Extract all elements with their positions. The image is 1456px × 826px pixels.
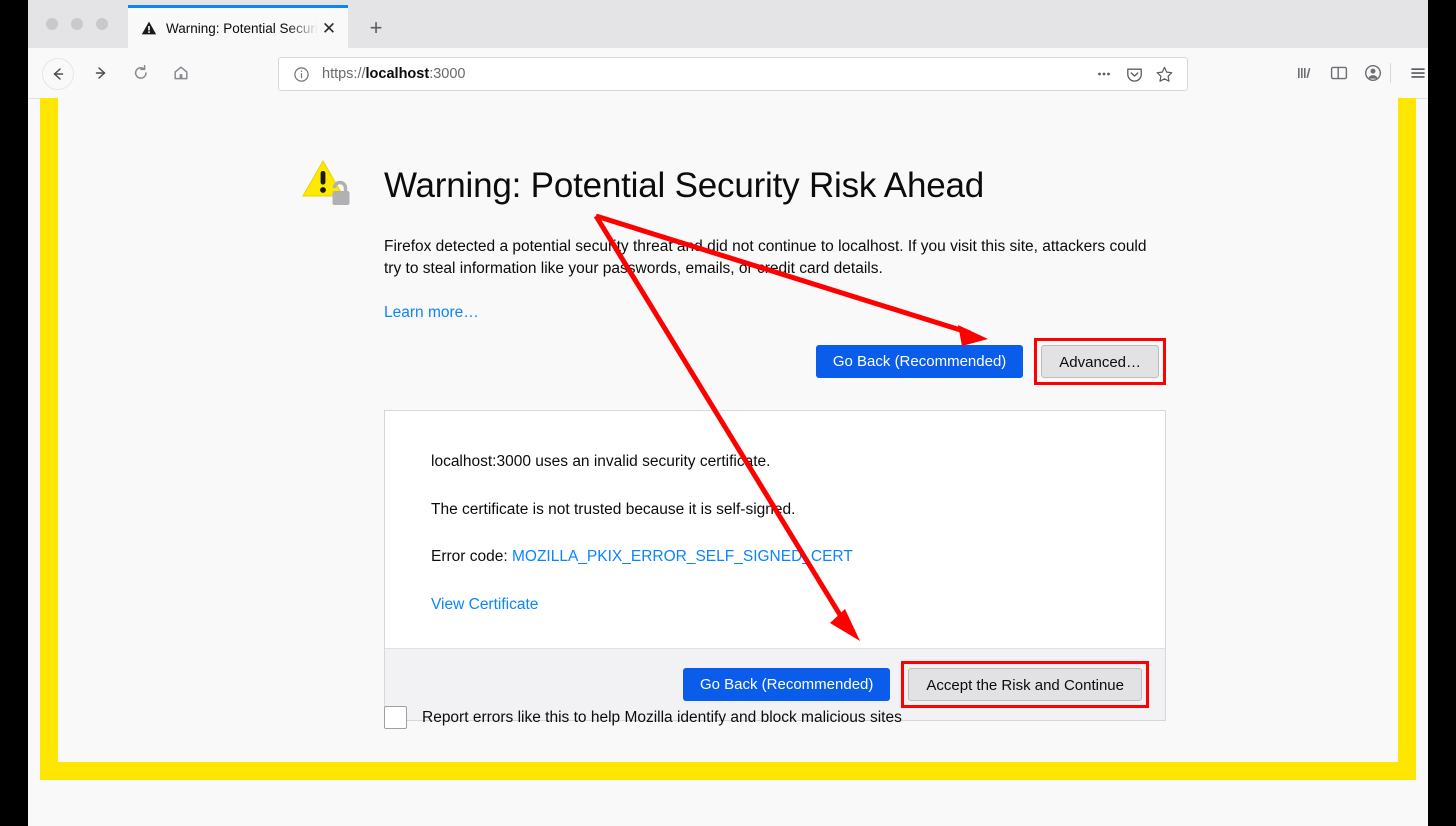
warning-triangle-with-unlocked-padlock-icon (302, 158, 358, 210)
go-back-button[interactable]: Go Back (Recommended) (815, 345, 1024, 378)
hamburger-menu-icon[interactable] (1403, 58, 1428, 88)
pocket-save-icon[interactable] (1121, 61, 1147, 87)
navigation-toolbar: https://localhost:3000 (28, 48, 1428, 99)
error-header: Warning: Potential Security Risk Ahead (302, 158, 984, 210)
window-traffic-lights (46, 18, 108, 30)
window-close-button[interactable] (46, 18, 58, 30)
account-icon[interactable] (1358, 58, 1388, 88)
info-circle-icon[interactable] (293, 66, 310, 83)
url-bar[interactable]: https://localhost:3000 (278, 57, 1188, 91)
advanced-button[interactable]: Advanced… (1041, 345, 1159, 378)
report-errors-checkbox[interactable] (384, 706, 407, 729)
tab-title: Warning: Potential Security Risk (166, 20, 318, 36)
tab-strip: Warning: Potential Security Risk ✕ + (28, 0, 1428, 49)
library-icon[interactable] (1290, 58, 1320, 88)
cert-untrusted-message: The certificate is not trusted because i… (431, 500, 796, 518)
view-certificate-row: View Certificate (431, 594, 1119, 616)
page-content: Warning: Potential Security Risk Ahead F… (58, 98, 1398, 762)
browser-window: Warning: Potential Security Risk ✕ + (28, 0, 1428, 826)
url-scheme: https:// (322, 66, 366, 82)
window-zoom-button[interactable] (96, 18, 108, 30)
url-port: :3000 (429, 66, 466, 82)
home-button[interactable] (166, 58, 196, 88)
error-description: Firefox detected a potential security th… (384, 238, 1147, 278)
primary-button-row: Go Back (Recommended) Advanced… (384, 338, 1166, 385)
reload-button[interactable] (126, 58, 156, 88)
tab-close-icon[interactable]: ✕ (318, 17, 340, 39)
error-code-value: MOZILLA_PKIX_ERROR_SELF_SIGNED_CERT (511, 548, 853, 566)
advanced-button-highlight: Advanced… (1034, 338, 1166, 385)
arrow-right-icon (95, 67, 106, 79)
forward-button[interactable] (86, 58, 116, 88)
view-certificate-link[interactable]: View Certificate (431, 596, 538, 613)
report-errors-label: Report errors like this to help Mozilla … (422, 708, 902, 726)
accept-risk-and-continue-button[interactable]: Accept the Risk and Continue (908, 667, 1142, 701)
back-button[interactable] (42, 58, 74, 90)
panel-go-back-button[interactable]: Go Back (Recommended) (682, 667, 891, 701)
sidebar-icon[interactable] (1324, 58, 1354, 88)
advanced-certificate-panel: localhost:3000 uses an invalid security … (384, 410, 1166, 721)
error-code-row: Error code: MOZILLA_PKIX_ERROR_SELF_SIGN… (431, 546, 1119, 568)
highlight-frame: Warning: Potential Security Risk Ahead F… (40, 98, 1416, 780)
warning-triangle-icon (140, 20, 157, 37)
new-tab-button[interactable]: + (362, 14, 390, 42)
tab-warning-potential-security-risk[interactable]: Warning: Potential Security Risk ✕ (128, 5, 348, 48)
certificate-error-page: Warning: Potential Security Risk Ahead F… (58, 98, 1398, 762)
accept-risk-button-highlight: Accept the Risk and Continue (901, 660, 1149, 708)
advanced-panel-body: localhost:3000 uses an invalid security … (385, 411, 1165, 648)
error-code-label: Error code: (431, 548, 512, 566)
window-minimize-button[interactable] (71, 18, 83, 30)
page-title: Warning: Potential Security Risk Ahead (384, 166, 985, 205)
bookmark-star-icon[interactable] (1151, 61, 1177, 87)
report-errors-row[interactable]: Report errors like this to help Mozilla … (384, 706, 902, 729)
reload-icon (134, 64, 147, 79)
toolbar-separator (1390, 63, 1391, 83)
url-page-actions (1091, 61, 1181, 87)
url-host: localhost (365, 66, 430, 82)
cert-invalid-message: localhost:3000 uses an invalid security … (431, 453, 771, 470)
page-actions-ellipsis-icon[interactable] (1091, 61, 1117, 87)
arrow-left-icon (53, 68, 64, 80)
home-icon (174, 66, 188, 80)
url-text[interactable]: https://localhost:3000 (322, 66, 1091, 82)
learn-more-link[interactable]: Learn more… (384, 304, 479, 322)
